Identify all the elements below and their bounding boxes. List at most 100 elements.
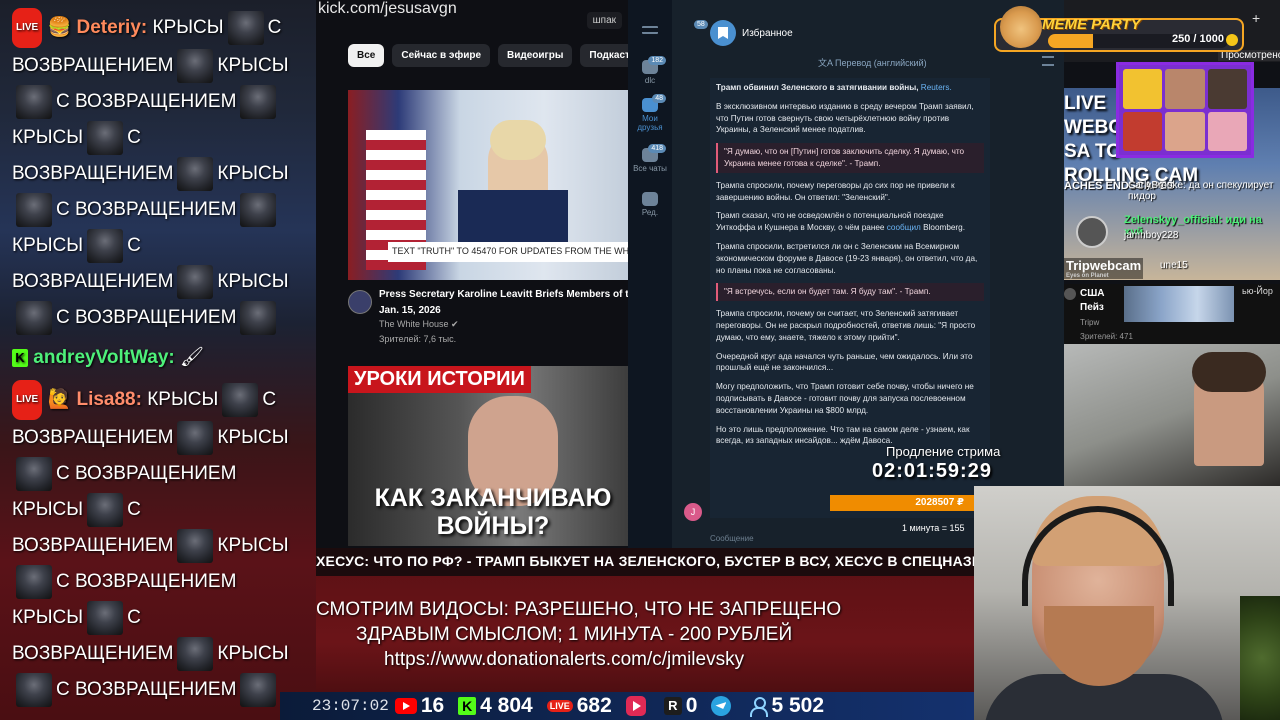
stream-chat: LIVE 🍔 Deteriy: КРЫСЫ С ВОЗВРАЩЕНИЕМ КРЫСЫ… [0, 0, 316, 720]
emote-icon [16, 456, 52, 491]
viewer-stats-bar: 23:07:02 16 K4 804 LIVE 682 R0 5 502 [280, 692, 974, 720]
emote-icon [87, 228, 124, 263]
unread-badge: 182 [648, 56, 666, 65]
livecam-chat-line: une15 [1160, 260, 1188, 271]
chat-message: K andreyVoltWay: 🖌 [0, 340, 316, 380]
kick-icon: K [458, 697, 477, 715]
chat-title[interactable]: Избранное [742, 28, 793, 39]
video-thumbnail[interactable]: TEXT "TRUTH" TO 45470 FOR UPDATES FROM T… [348, 90, 628, 280]
post-link[interactable]: сообщил [887, 223, 921, 232]
spoiler-chip[interactable]: шпак [586, 12, 622, 29]
user-icon [749, 696, 769, 717]
rutube-icon [625, 696, 646, 716]
post-paragraph: Могу предположить, что Трамп готовит себ… [716, 382, 974, 415]
emote-icon [87, 120, 124, 155]
vklive-icon: LIVE [546, 700, 573, 712]
chip-live[interactable]: Сейчас в эфире [392, 44, 491, 67]
chat-text: КРЫСЫ [217, 163, 289, 184]
chat-text: КРЫСЫ [217, 271, 289, 292]
rules-line: ЗДРАВЫМ СМЫСЛОМ; 1 МИНУТА - 200 РУБЛЕЙ [356, 624, 793, 645]
chat-text: КРЫСЫ [217, 643, 289, 664]
chip-all[interactable]: Все [348, 44, 385, 67]
emote-icon [177, 528, 214, 563]
chat-nickname[interactable]: Lisa88: [76, 389, 141, 410]
news-title: США [1080, 288, 1105, 299]
rules-line: СМОТРИМ ВИДОСЫ: РАЗРЕШЕНО, ЧТО НЕ ЗАПРЕЩ… [316, 599, 842, 620]
chat-text: ВОЗВРАЩЕНИЕМ [12, 163, 174, 184]
blurred-thumbnail [1124, 286, 1234, 322]
emote-icon [177, 420, 214, 455]
chat-text: С [262, 389, 277, 411]
post-paragraph: Трампа спросили, почему он считает, что … [716, 309, 976, 342]
emote-icon [87, 600, 124, 635]
message-input[interactable]: Сообщение [710, 534, 754, 543]
chat-text: С [127, 607, 141, 628]
emote-icon [240, 84, 277, 119]
doge-icon [1000, 6, 1042, 48]
emote-icon [227, 11, 264, 45]
emote-icon [177, 264, 214, 299]
translate-bar[interactable]: 文A Перевод (английский) [818, 56, 927, 69]
news-video[interactable]: США Пейз Tripw Зрителей: 471 ью-Йор [1064, 284, 1280, 344]
chip-videogames[interactable]: Видеоигры [498, 44, 573, 67]
kick-viewers: K4 804 [458, 694, 533, 718]
chip-podcasts[interactable]: Подкасты [580, 44, 628, 67]
news-views: Зрителей: 471 [1080, 332, 1133, 341]
chat-text: КРЫСЫ [12, 607, 84, 628]
chat-nickname[interactable]: Deteriy: [76, 17, 147, 38]
folder-friends[interactable]: 48 Мои друзья [632, 94, 668, 132]
filter-icon[interactable] [1042, 56, 1054, 66]
plus-icon[interactable]: + [1252, 10, 1260, 26]
folder-edit[interactable]: Ред. [632, 192, 668, 217]
youtube-icon [394, 698, 417, 714]
address-bar[interactable]: kick.com/jesusavgn [318, 0, 457, 18]
vklive-viewers: LIVE 682 [546, 694, 612, 718]
post-text: Bloomberg. [923, 223, 965, 233]
chat-text: КРЫСЫ [147, 389, 219, 411]
news-ticker: ХЕСУС: ЧТО ПО РФ? - ТРАМП БЫКУЕТ НА ЗЕЛЕ… [316, 548, 974, 576]
channel-avatar[interactable] [348, 290, 372, 314]
meme-party-value: 250 / 1000 [1172, 33, 1224, 45]
viewer-count: 682 [576, 694, 612, 717]
video-thumbnail[interactable]: УРОКИ ИСТОРИИ КАК ЗАКАНЧИВАЮ ВОЙНЫ? [348, 366, 628, 546]
extend-stream-bar: 2028507 ₽ [830, 495, 974, 511]
extend-stream-rate: 1 минута = 155 [902, 523, 965, 533]
emote-icon [177, 48, 214, 83]
channel-name[interactable]: The White House ✔ [379, 319, 459, 330]
folder-all-chats[interactable]: 418 Все чаты [632, 144, 668, 173]
chat-text: ВОЗВРАЩЕНИЕМ [12, 535, 174, 556]
telegram-folder-sidebar: 182 dlc 48 Мои друзья 418 Все чаты Ред. [628, 0, 672, 548]
emote-icon [177, 156, 214, 191]
chat-nickname[interactable]: andreyVoltWay: [33, 347, 174, 368]
bookmark-icon[interactable] [710, 20, 736, 46]
unread-badge: 58 [694, 20, 708, 29]
extend-stream-amount: 2028507 ₽ [915, 497, 964, 508]
user-avatar[interactable]: J [684, 503, 702, 521]
emote-icon [240, 192, 277, 227]
emote-tile [1123, 69, 1163, 109]
chat-text: С ВОЗВРАЩЕНИЕМ [56, 679, 237, 700]
menu-icon[interactable] [632, 26, 668, 36]
translate-icon: 文A [818, 58, 833, 68]
emote-icon [177, 636, 214, 671]
post-source-link[interactable]: Reuters. [921, 83, 952, 92]
tripwebcam-logo: Tripwebcam Eyes on Planet [1064, 258, 1144, 279]
emote-grid [1116, 62, 1254, 158]
emote-icon [16, 564, 52, 599]
post-paragraph: Очередной круг ада начался чуть раньше, … [716, 351, 973, 373]
video-title[interactable]: Press Secretary Karoline Leavitt Briefs … [379, 289, 628, 300]
donation-link: https://www.donationalerts.com/c/jmilevs… [384, 649, 745, 670]
speaker-hair [490, 120, 546, 160]
kick-badge: K [12, 348, 28, 367]
emote-icon [240, 300, 277, 335]
translate-label: Перевод (английский) [835, 58, 927, 68]
post-paragraph: Трампа спросили, встретился ли он с Зеле… [716, 241, 978, 275]
plant-image [1240, 596, 1280, 720]
streamer-webcam [974, 486, 1280, 720]
folder-dlc[interactable]: 182 dlc [632, 56, 668, 85]
emote-icon [16, 300, 52, 335]
chat-text: С ВОЗВРАЩЕНИЕМ [56, 571, 237, 592]
chat-text: КРЫСЫ [12, 127, 84, 148]
category-chips: Все Сейчас в эфире Видеоигры Подкасты М [348, 44, 628, 67]
emote-icon [87, 492, 124, 527]
